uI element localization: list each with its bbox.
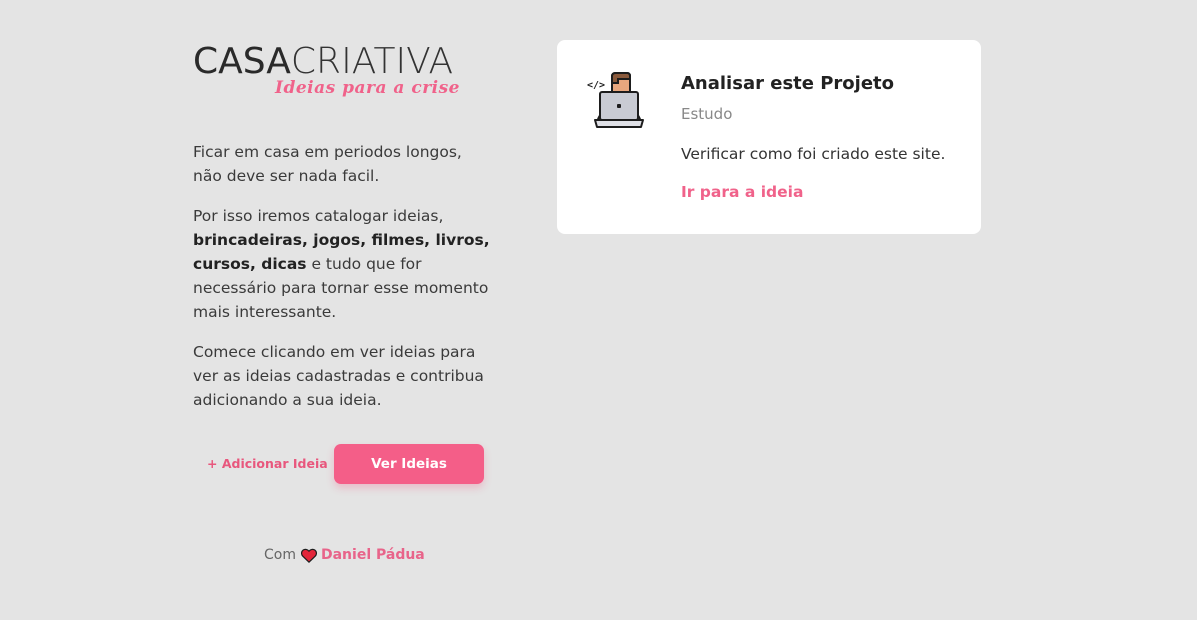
action-buttons: + Adicionar Ideia Ver Ideias xyxy=(193,444,493,484)
idea-description: Verificar como foi criado este site. xyxy=(681,145,946,163)
logo: CASACRIATIVA Ideias para a crise xyxy=(193,40,485,102)
author-link[interactable]: Daniel Pádua xyxy=(321,547,425,563)
intro-paragraph-2-start: Por isso iremos catalogar ideias, xyxy=(193,207,444,225)
heart-icon xyxy=(300,548,318,563)
idea-card-body: Analisar este Projeto Estudo Verificar c… xyxy=(681,72,971,202)
intro-column: CASACRIATIVA Ideias para a crise Ficar e… xyxy=(193,40,493,428)
idea-card: </> Analisar este Projeto Estudo Verific… xyxy=(557,40,981,234)
logo-part-casa: CASA xyxy=(193,41,291,82)
idea-category: Estudo xyxy=(681,105,733,123)
page: CASACRIATIVA Ideias para a crise Ficar e… xyxy=(0,0,1197,620)
view-ideas-button[interactable]: Ver Ideias xyxy=(334,444,484,484)
programmer-laptop-icon: </> xyxy=(587,70,651,134)
svg-text:</>: </> xyxy=(587,80,605,91)
intro-paragraph-1: Ficar em casa em periodos longos, não de… xyxy=(193,143,462,185)
go-to-idea-link[interactable]: Ir para a ideia xyxy=(681,182,803,202)
intro-paragraph-2: Por isso iremos catalogar ideias, brinca… xyxy=(193,204,493,324)
footer-prefix: Com xyxy=(264,547,296,563)
intro-text: Ficar em casa em periodos longos, não de… xyxy=(193,140,493,412)
footer: Com Daniel Pádua xyxy=(264,547,425,563)
intro-paragraph-3: Comece clicando em ver ideias para ver a… xyxy=(193,343,484,409)
idea-title: Analisar este Projeto xyxy=(681,73,895,94)
logo-part-criativa: CRIATIVA xyxy=(290,41,454,82)
logo-tagline: Ideias para a crise xyxy=(275,78,460,98)
add-idea-link[interactable]: + Adicionar Ideia xyxy=(207,456,328,471)
